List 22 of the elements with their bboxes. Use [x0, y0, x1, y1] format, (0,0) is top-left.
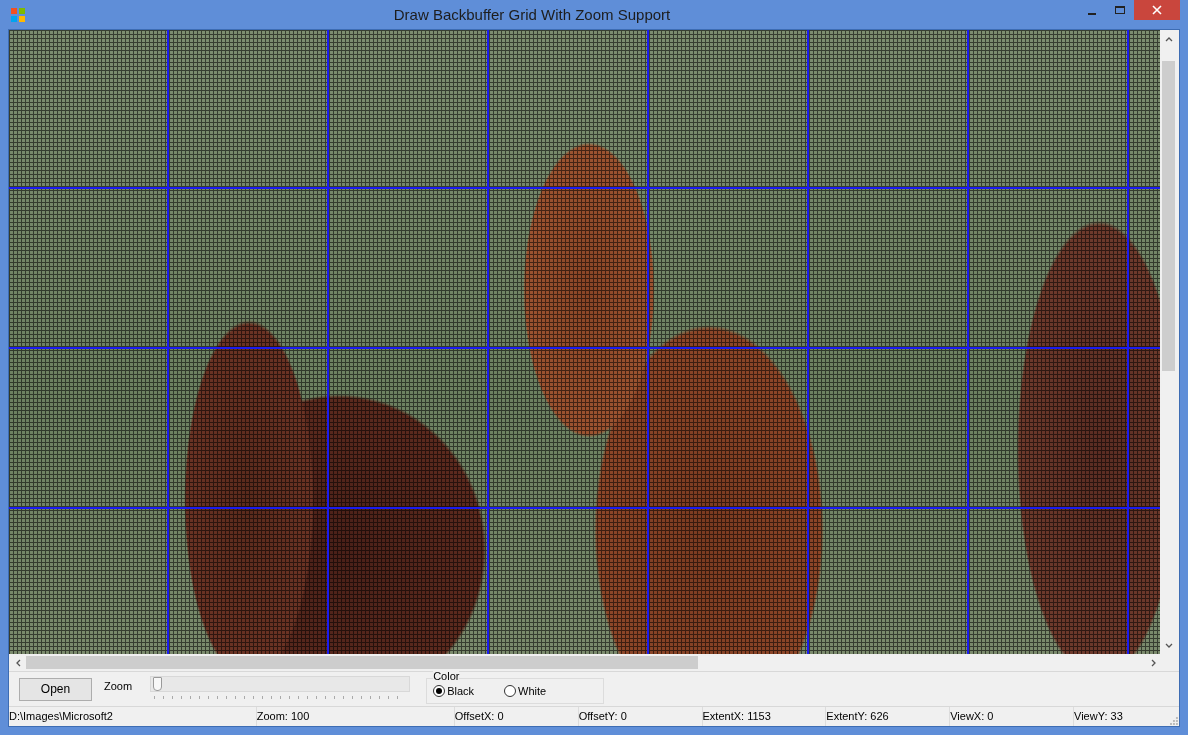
status-text: Zoom: 100 [256, 707, 455, 726]
status-text: ExtentY: 626 [826, 707, 951, 726]
window-title: Draw Backbuffer Grid With Zoom Support [392, 6, 672, 23]
close-button[interactable] [1134, 0, 1180, 20]
radio-button[interactable]: Black [433, 685, 475, 697]
group-label: Color [433, 670, 460, 682]
close-icon [1152, 5, 1162, 15]
status-text: D:\Images\Microsoft2 [9, 707, 257, 726]
status-text: ViewY: 33 [1074, 709, 1124, 724]
window-logo-icon [10, 6, 26, 23]
zoom-slider-thumb[interactable] [153, 677, 163, 691]
maximize-icon [1114, 5, 1126, 15]
status-text: ExtentX: 1153 [702, 707, 827, 726]
zoom-slider-track[interactable] [150, 676, 411, 692]
status-text: OffsetY: 0 [578, 707, 703, 726]
minimize-icon [1088, 13, 1096, 15]
zoom-label: Zoom [104, 680, 133, 692]
radio-button[interactable]: White [504, 685, 547, 697]
status-text: ViewX: 0 [950, 707, 1075, 726]
status-text: OffsetX: 0 [454, 707, 579, 726]
resize-grip-icon[interactable] [1169, 716, 1180, 726]
open-button[interactable]: Open [19, 677, 92, 701]
